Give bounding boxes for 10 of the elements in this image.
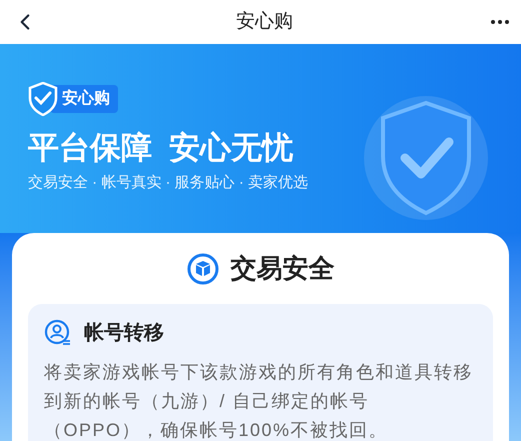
feature-description: 将卖家游戏帐号下该款游戏的所有角色和道具转移到新的帐号（九游）/ 自己绑定的帐号（OPPO），确保帐号100%不被找回。 (44, 361, 474, 441)
user-transfer-icon (44, 319, 72, 347)
feature-title: 帐号转移 (84, 321, 164, 346)
page-title: 安心购 (236, 10, 293, 34)
section-title: 交易安全 (230, 252, 334, 285)
cube-icon (186, 252, 218, 284)
banner-headline: 平台保障 安心无忧 (28, 129, 294, 167)
shield-check-icon (28, 82, 58, 116)
banner-tagline: 交易安全 · 帐号真实 · 服务贴心 · 卖家优选 (28, 173, 309, 193)
more-icon (491, 20, 509, 24)
